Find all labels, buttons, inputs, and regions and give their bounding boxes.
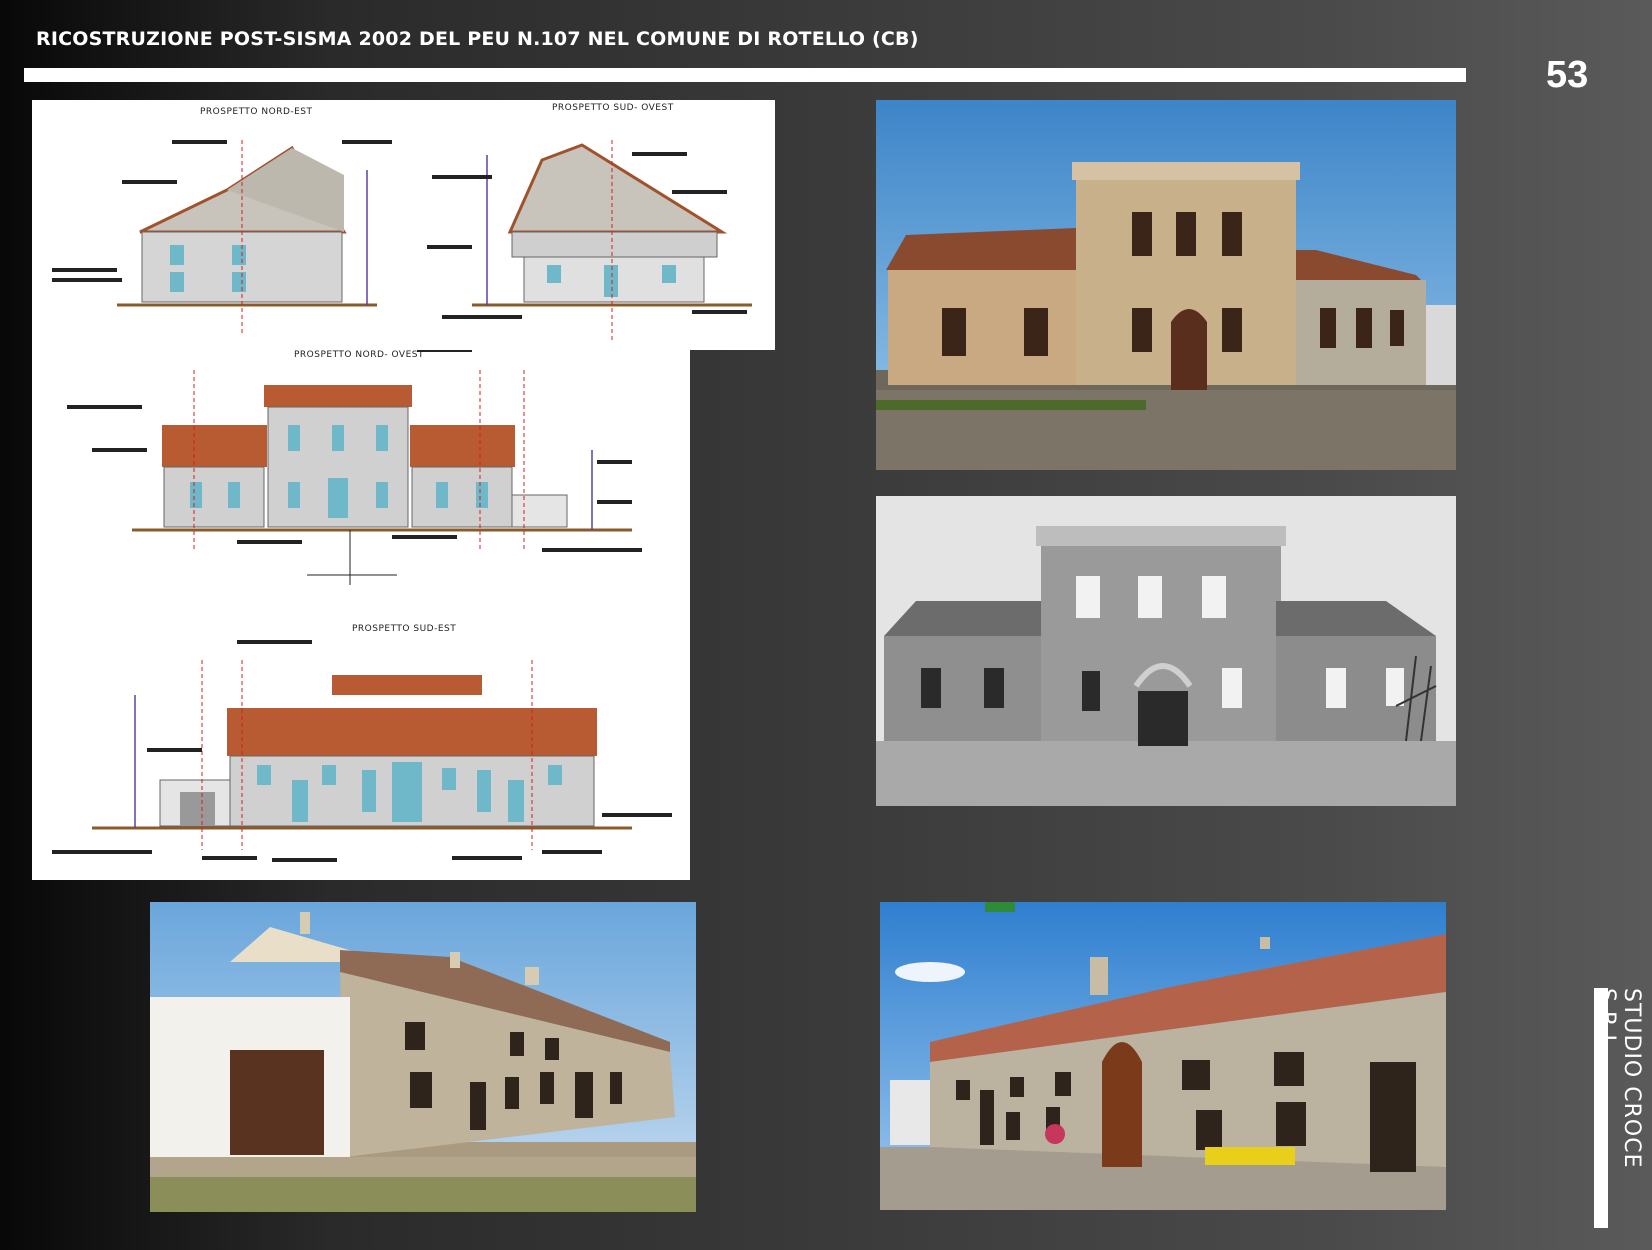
brand-label: STUDIO CROCE S.R.L. [1594,988,1644,1169]
elevation-nord-ovest [67,350,642,585]
page-number: 53 [1546,54,1589,96]
drawing-label-sud-ovest: PROSPETTO SUD- OVEST [552,103,674,113]
header-rule [24,68,1466,82]
elevation-nord-est [52,140,392,335]
building-photo-historic-bw [876,496,1456,806]
elevation-drawings-bottom: PROSPETTO NORD- OVEST PROSPETTO SUD-EST [32,350,690,880]
building-photo-south-west [880,902,1446,1210]
building-photo-south-east [150,902,696,1212]
elevation-drawings-top: PROSPETTO NORD-EST PROSPETTO SUD- OVEST [32,100,775,350]
page-title: RICOSTRUZIONE POST-SISMA 2002 DEL PEU N.… [36,28,919,50]
elevation-sud-ovest [427,140,752,340]
drawing-label-nord-est: PROSPETTO NORD-EST [200,107,313,117]
building-photo-north-east [876,100,1456,470]
elevation-sud-est [52,640,672,862]
drawing-label-sud-est: PROSPETTO SUD-EST [352,624,456,634]
drawing-label-nord-ovest: PROSPETTO NORD- OVEST [294,350,424,360]
